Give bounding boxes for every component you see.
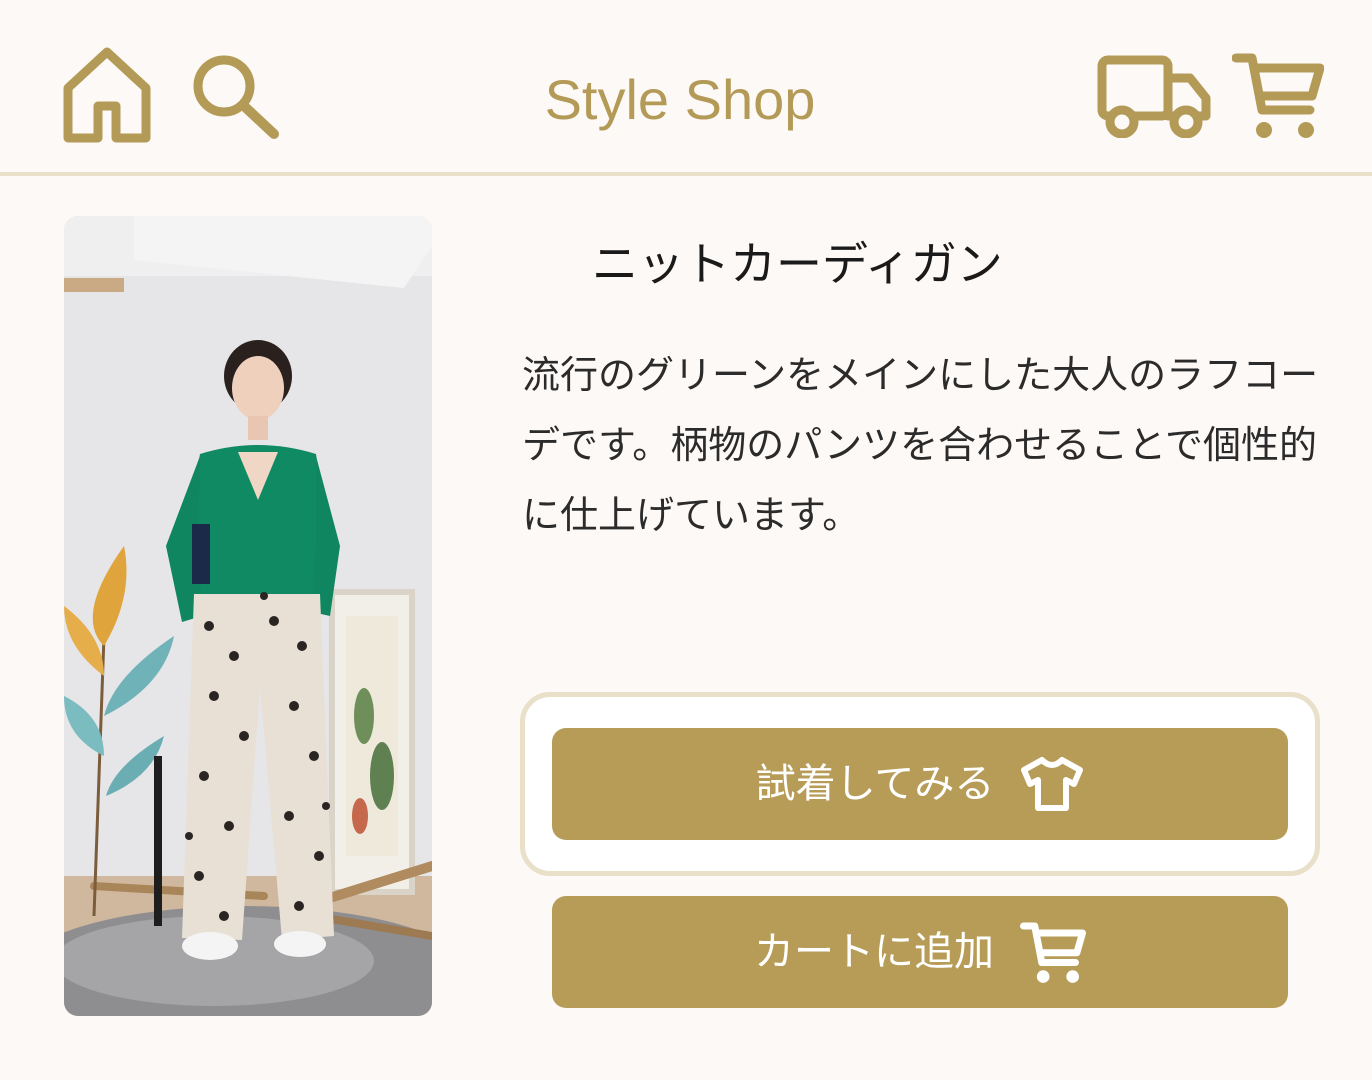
add-to-cart-button[interactable]: カートに追加 bbox=[552, 896, 1288, 1008]
truck-icon bbox=[1097, 55, 1211, 138]
search-icon bbox=[193, 55, 279, 139]
home-button[interactable] bbox=[60, 44, 154, 144]
product-name: ニットカーディガン bbox=[592, 237, 1003, 291]
try-on-label: 試着してみる bbox=[755, 761, 995, 807]
cart-button[interactable] bbox=[1232, 48, 1324, 142]
tshirt-icon bbox=[1021, 757, 1084, 811]
home-icon bbox=[63, 47, 151, 143]
app-title: Style Shop bbox=[544, 68, 816, 131]
try-on-button[interactable]: 試着してみる bbox=[552, 728, 1288, 840]
product-description: 流行のグリーンをメインにした大人のラフコーデです。柄物のパンツを合わせることで個… bbox=[522, 353, 1319, 537]
add-to-cart-label: カートに追加 bbox=[754, 929, 994, 975]
product-page: Style Shop ニットカーディガン 流行のグリーンをメインにした大人のラフ… bbox=[0, 0, 1372, 1080]
cart-icon bbox=[1232, 53, 1324, 138]
search-button[interactable] bbox=[190, 52, 282, 142]
top-bar: Style Shop bbox=[0, 0, 1372, 176]
cart-icon bbox=[1020, 922, 1086, 983]
shipping-button[interactable] bbox=[1096, 52, 1214, 138]
product-photo bbox=[64, 216, 432, 1016]
